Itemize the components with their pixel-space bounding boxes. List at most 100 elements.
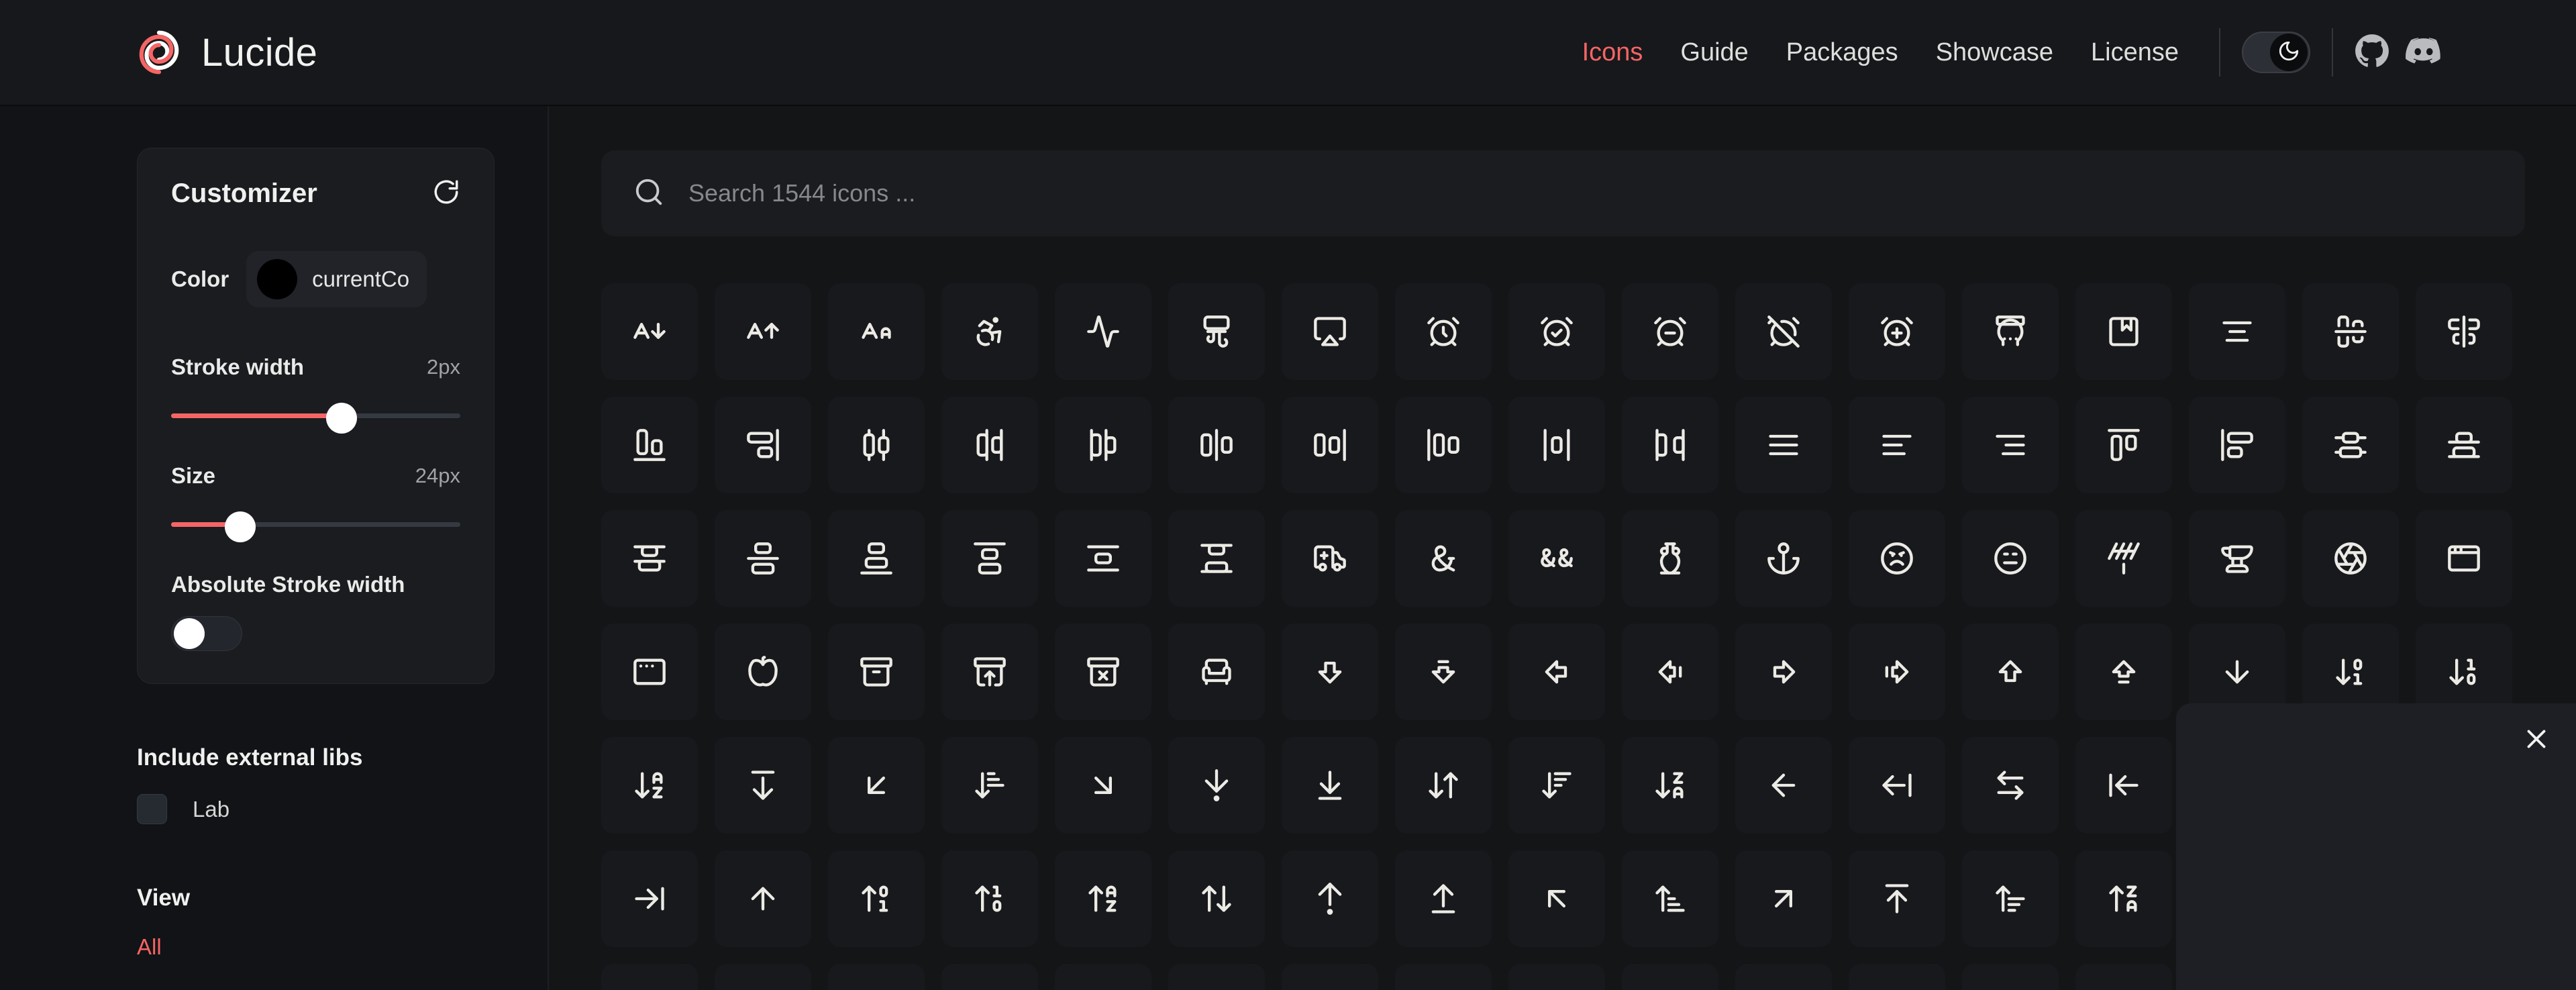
icon-cell-arrow-down-left[interactable]	[828, 737, 925, 834]
icon-cell-badge-check[interactable]	[1962, 964, 2059, 990]
icon-cell-arrow-down-to-dot[interactable]	[1168, 737, 1265, 834]
icon-cell-archive-x[interactable]	[1055, 624, 1151, 720]
icon-cell-ambulance[interactable]	[1282, 510, 1378, 607]
icon-cell-align-horizontal-distribute-end[interactable]	[941, 397, 1038, 493]
icon-cell-app-window-mac[interactable]	[601, 624, 698, 720]
external-lib-lab-row[interactable]: Lab	[137, 794, 495, 824]
icon-cell-arrow-down-wide-narrow[interactable]	[1508, 737, 1605, 834]
discord-icon[interactable]	[2406, 33, 2442, 72]
icon-cell-airplay[interactable]	[1282, 283, 1378, 380]
icon-cell-arrow-up-from-dot[interactable]	[1282, 850, 1378, 947]
icon-cell-arrow-big-up-dash[interactable]	[2075, 624, 2172, 720]
icon-cell-align-vertical-space-around[interactable]	[1055, 510, 1151, 607]
icon-cell-badge[interactable]	[1622, 964, 1718, 990]
icon-cell-arrow-big-right-dash[interactable]	[1849, 624, 1945, 720]
icon-cell-arrow-left-to-line[interactable]	[2075, 737, 2172, 834]
icon-cell-arrow-big-left-dash[interactable]	[1622, 624, 1718, 720]
slider-knob[interactable]	[225, 511, 256, 542]
icon-cell-alarm-smoke[interactable]	[1962, 283, 2059, 380]
icon-cell-alarm-clock-off[interactable]	[1735, 283, 1832, 380]
icon-cell-audio-waveform[interactable]	[941, 964, 1038, 990]
icon-cell-arrow-up[interactable]	[715, 850, 811, 947]
icon-cell-align-vertical-justify-center[interactable]	[715, 510, 811, 607]
absolute-stroke-toggle[interactable]	[171, 616, 242, 651]
icon-cell-accessibility[interactable]	[941, 283, 1038, 380]
icon-cell-aperture[interactable]	[2302, 510, 2399, 607]
color-swatch[interactable]	[257, 259, 298, 299]
icon-cell-arrow-big-down-dash[interactable]	[1395, 624, 1492, 720]
icon-cell-align-horizontal-distribute-start[interactable]	[1055, 397, 1151, 493]
icon-cell-arrow-up-from-line[interactable]	[1395, 850, 1492, 947]
icon-cell-arrow-big-down[interactable]	[1282, 624, 1378, 720]
icon-cell-align-horizontal-justify-end[interactable]	[1282, 397, 1378, 493]
icon-cell-a-large-small[interactable]	[828, 283, 925, 380]
search-bar[interactable]	[601, 150, 2525, 236]
icon-cell-arrow-up-1-0[interactable]	[941, 850, 1038, 947]
icon-cell-badge-cent[interactable]	[1849, 964, 1945, 990]
icon-cell-arrow-big-up[interactable]	[1962, 624, 2059, 720]
icon-cell-arrow-down-from-line[interactable]	[715, 737, 811, 834]
stroke-width-slider[interactable]	[171, 403, 460, 434]
icon-cell-arrow-up-to-line[interactable]	[1849, 850, 1945, 947]
icon-cell-angry[interactable]	[1849, 510, 1945, 607]
icon-cell-align-vertical-justify-end[interactable]	[828, 510, 925, 607]
brand[interactable]: Lucide	[134, 28, 317, 77]
icon-cell-arrow-right-to-line[interactable]	[601, 850, 698, 947]
icon-cell-alarm-clock-plus[interactable]	[1849, 283, 1945, 380]
icon-cell-align-vertical-space-between[interactable]	[1168, 510, 1265, 607]
icon-cell-align-start-vertical[interactable]	[2189, 397, 2285, 493]
size-slider[interactable]	[171, 511, 460, 542]
github-icon[interactable]	[2355, 34, 2389, 72]
refresh-cw-icon[interactable]	[432, 178, 460, 209]
icon-cell-annoyed[interactable]	[1962, 510, 2059, 607]
icon-cell-ampersand[interactable]	[1395, 510, 1492, 607]
icon-cell-arrow-down-a-z[interactable]	[601, 737, 698, 834]
icon-cell-arrow-up-wide-narrow[interactable]	[1962, 850, 2059, 947]
nav-link-packages[interactable]: Packages	[1767, 38, 1917, 67]
nav-link-guide[interactable]: Guide	[1661, 38, 1767, 67]
color-picker[interactable]: currentCo	[246, 251, 427, 307]
icon-cell-alarm-clock[interactable]	[1395, 283, 1492, 380]
icon-cell-armchair[interactable]	[1168, 624, 1265, 720]
icon-cell-arrow-up-down[interactable]	[1168, 850, 1265, 947]
icon-cell-axe[interactable]	[1168, 964, 1265, 990]
icon-cell-arrow-down-narrow-wide[interactable]	[941, 737, 1038, 834]
icon-cell-arrow-left-right[interactable]	[1962, 737, 2059, 834]
icon-cell-align-vertical-distribute-center[interactable]	[2302, 397, 2399, 493]
icon-cell-align-horizontal-justify-center[interactable]	[1168, 397, 1265, 493]
icon-cell-align-horizontal-distribute-center[interactable]	[828, 397, 925, 493]
icon-cell-app-window[interactable]	[2416, 510, 2512, 607]
icon-cell-align-end-horizontal[interactable]	[601, 397, 698, 493]
icon-cell-align-end-vertical[interactable]	[715, 397, 811, 493]
icon-cell-archive[interactable]	[828, 624, 925, 720]
icon-cell-align-right[interactable]	[1962, 397, 2059, 493]
nav-link-license[interactable]: License	[2072, 38, 2198, 67]
icon-cell-arrow-up-right[interactable]	[1735, 850, 1832, 947]
nav-link-icons[interactable]: Icons	[1563, 38, 1662, 67]
icon-cell-arrow-big-right[interactable]	[1735, 624, 1832, 720]
icon-cell-a-arrow-up[interactable]	[715, 283, 811, 380]
icon-cell-align-horizontal-justify-start[interactable]	[1395, 397, 1492, 493]
icon-cell-alarm-clock-check[interactable]	[1508, 283, 1605, 380]
icon-cell-axis-3d[interactable]	[1282, 964, 1378, 990]
icon-cell-apple[interactable]	[715, 624, 811, 720]
icon-cell-a-arrow-down[interactable]	[601, 283, 698, 380]
icon-cell-align-horizontal-space-around[interactable]	[1508, 397, 1605, 493]
icon-cell-align-vertical-distribute-start[interactable]	[601, 510, 698, 607]
icon-cell-arrow-up-z-a[interactable]	[2075, 850, 2172, 947]
icon-cell-atom[interactable]	[715, 964, 811, 990]
icon-cell-alarm-clock-minus[interactable]	[1622, 283, 1718, 380]
icon-cell-align-center-horizontal[interactable]	[2302, 283, 2399, 380]
search-input[interactable]	[688, 179, 2493, 207]
icon-cell-archive-restore[interactable]	[941, 624, 1038, 720]
icon-cell-align-center[interactable]	[2189, 283, 2285, 380]
icon-cell-air-vent[interactable]	[1168, 283, 1265, 380]
x-icon[interactable]	[2521, 724, 2552, 758]
icon-cell-align-horizontal-space-between[interactable]	[1622, 397, 1718, 493]
icon-cell-arrow-down-to-line[interactable]	[1282, 737, 1378, 834]
icon-cell-badge-dollar-sign[interactable]	[2075, 964, 2172, 990]
icon-cell-backpack[interactable]	[1508, 964, 1605, 990]
icon-cell-align-vertical-distribute-end[interactable]	[2416, 397, 2512, 493]
icon-cell-activity[interactable]	[1055, 283, 1151, 380]
slider-knob[interactable]	[326, 403, 358, 434]
